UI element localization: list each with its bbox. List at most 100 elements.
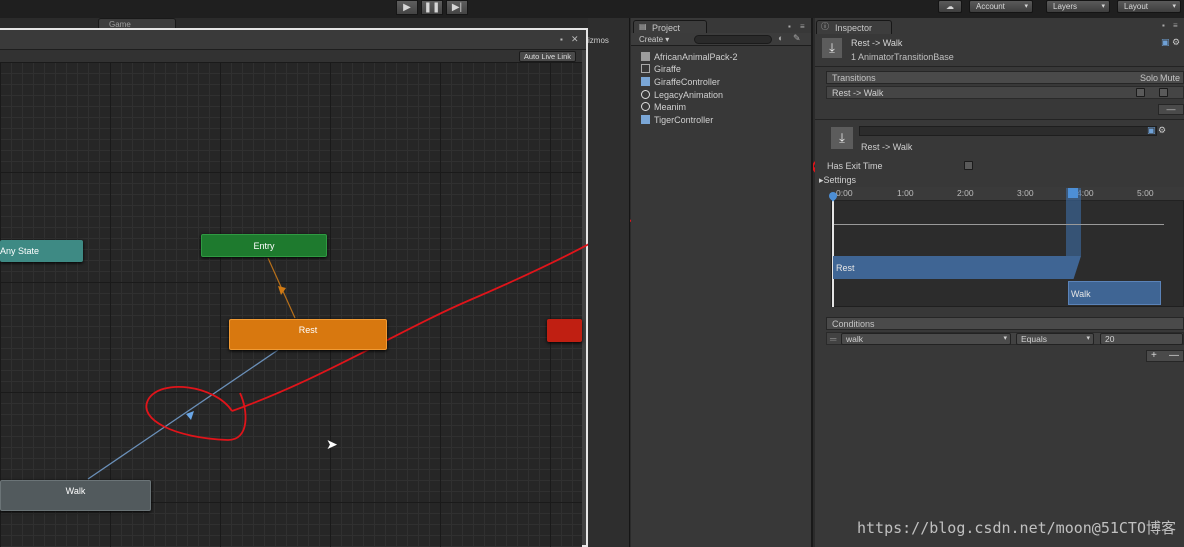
filter-by-type-icon[interactable]: ◐ <box>778 33 783 43</box>
mouse-cursor-icon: ➤ <box>326 436 338 452</box>
project-panel: Project ▤ ▪ ≡ Create ▾ ◐ ✎ AfricanAnimal… <box>631 18 813 547</box>
project-search-input[interactable] <box>694 35 772 44</box>
walk-label: Walk <box>65 486 86 496</box>
animator-controller-icon <box>641 77 650 86</box>
condition-buttons: + — <box>1146 350 1184 362</box>
folder-icon <box>641 52 650 61</box>
condition-operator-dropdown[interactable]: Equals ▾ <box>1016 333 1094 345</box>
condition-parameter-value: walk <box>846 334 864 344</box>
source-clip-label: Rest <box>836 263 855 273</box>
animation-icon <box>641 102 650 111</box>
duration-handle[interactable] <box>1068 188 1078 198</box>
transition-subtitle: Rest -> Walk <box>861 142 913 152</box>
add-condition-button[interactable]: + <box>1151 351 1157 361</box>
menu-icon[interactable]: ≡ <box>800 22 805 31</box>
solo-checkbox[interactable] <box>1136 88 1145 97</box>
mute-checkbox[interactable] <box>1159 88 1168 97</box>
help-icon[interactable]: ▣ <box>1147 125 1156 136</box>
has-exit-time-label: Has Exit Time <box>827 161 883 171</box>
ruler-label: 5:00 <box>1137 188 1154 198</box>
node-exit[interactable] <box>547 319 582 342</box>
lock-icon[interactable]: ▪ <box>788 22 791 31</box>
condition-row: ═ walk ▾ Equals ▾ 20 <box>826 332 1184 345</box>
mute-label: Mute <box>1159 73 1180 83</box>
project-item-label: Meanim <box>654 102 687 112</box>
rest-label: Rest <box>298 325 318 335</box>
target-clip-label: Walk <box>1071 289 1091 299</box>
condition-operator-value: Equals <box>1021 334 1047 344</box>
gizmos-label[interactable]: izmos <box>588 35 609 46</box>
chevron-down-icon: ▾ <box>1086 335 1090 342</box>
scene-gizmos-strip: izmos <box>588 18 630 547</box>
has-exit-time-checkbox[interactable] <box>964 161 973 170</box>
project-item[interactable]: Meanim <box>641 101 686 113</box>
filter-by-label-icon[interactable]: ✎ <box>793 33 801 44</box>
chevron-down-icon: ▾ <box>1003 335 1007 342</box>
create-label: Create <box>639 35 664 44</box>
project-item-label: TigerController <box>654 115 714 125</box>
ruler-label: 3:00 <box>1017 188 1034 198</box>
timeline-ruler <box>831 187 1184 201</box>
project-tab-label: Project <box>652 23 681 33</box>
solo-label: Solo <box>1139 73 1158 83</box>
transition-icon: ⤓ <box>831 127 853 149</box>
node-walk[interactable]: Walk <box>0 480 151 511</box>
weight-curve <box>834 224 1164 225</box>
project-item-label: LegacyAnimation <box>654 90 724 100</box>
transition-icon: ⤓ <box>822 38 842 58</box>
create-dropdown[interactable]: Create ▾ <box>639 34 669 45</box>
transitions-header-label: Transitions <box>832 73 876 83</box>
inspector-subtitle: 1 AnimatorTransitionBase <box>851 52 954 62</box>
rest-walk-transition[interactable] <box>87 349 279 480</box>
project-icon: ▤ <box>639 22 647 31</box>
conditions-header-label: Conditions <box>832 319 875 329</box>
project-item-label: AfricanAnimalPack-2 <box>654 52 738 62</box>
divider <box>815 119 1184 120</box>
entry-label: Entry <box>253 241 275 251</box>
settings-label: Settings <box>823 175 857 185</box>
project-item-label: GiraffeController <box>654 77 720 87</box>
animation-icon <box>641 90 650 99</box>
inspector-tab-label: Inspector <box>835 23 873 33</box>
animator-controller-icon <box>641 115 650 124</box>
conditions-header: Conditions <box>826 317 1184 330</box>
project-item[interactable]: AfricanAnimalPack-2 <box>641 51 738 63</box>
gear-icon[interactable]: ⚙ <box>1172 37 1180 48</box>
inspector-title: Rest -> Walk <box>851 38 903 48</box>
node-any-state[interactable]: Any State <box>0 240 83 262</box>
project-item[interactable]: Giraffe <box>641 63 681 75</box>
transitions-header: Transitions Solo Mute <box>826 71 1184 84</box>
menu-icon[interactable]: ≡ <box>1173 21 1178 30</box>
any-state-label: Any State <box>0 246 40 256</box>
project-item[interactable]: TigerController <box>641 114 713 126</box>
lock-icon[interactable]: ▪ <box>1162 21 1165 30</box>
remove-condition-button[interactable]: — <box>1169 351 1179 361</box>
help-icon[interactable]: ▣ <box>1161 37 1170 48</box>
node-rest[interactable]: Rest <box>229 319 387 350</box>
project-item-label: Giraffe <box>654 64 681 74</box>
target-state-clip[interactable]: Walk <box>1068 281 1161 305</box>
settings-foldout[interactable]: ▸Settings <box>819 175 856 186</box>
transition-arrow-icon <box>278 286 286 295</box>
transition-list-item[interactable]: Rest -> Walk <box>826 86 1184 99</box>
condition-parameter-dropdown[interactable]: walk ▾ <box>841 333 1011 345</box>
divider <box>815 66 1184 67</box>
transition-duration-region[interactable] <box>1066 188 1081 256</box>
remove-transition-button[interactable]: — <box>1158 104 1184 115</box>
condition-value: 20 <box>1105 334 1115 344</box>
playhead[interactable] <box>832 193 834 307</box>
watermark: https://blog.csdn.net/moon@51CTO博客 <box>857 519 1176 537</box>
project-item[interactable]: LegacyAnimation <box>641 89 723 101</box>
ruler-label: 0:00 <box>836 188 853 198</box>
project-toolbar: Create ▾ ◐ ✎ <box>631 33 811 46</box>
project-item[interactable]: GiraffeController <box>641 76 720 88</box>
ruler-label: 2:00 <box>957 188 974 198</box>
annotation-circle <box>145 386 247 441</box>
node-entry[interactable]: Entry <box>201 234 327 257</box>
drag-handle-icon[interactable]: ═ <box>830 333 836 345</box>
source-state-clip[interactable]: Rest <box>833 256 1081 279</box>
transition-name-field[interactable] <box>859 126 1157 136</box>
gear-icon[interactable]: ⚙ <box>1158 125 1166 136</box>
condition-value-input[interactable]: 20 <box>1100 333 1183 345</box>
model-icon <box>641 64 650 73</box>
